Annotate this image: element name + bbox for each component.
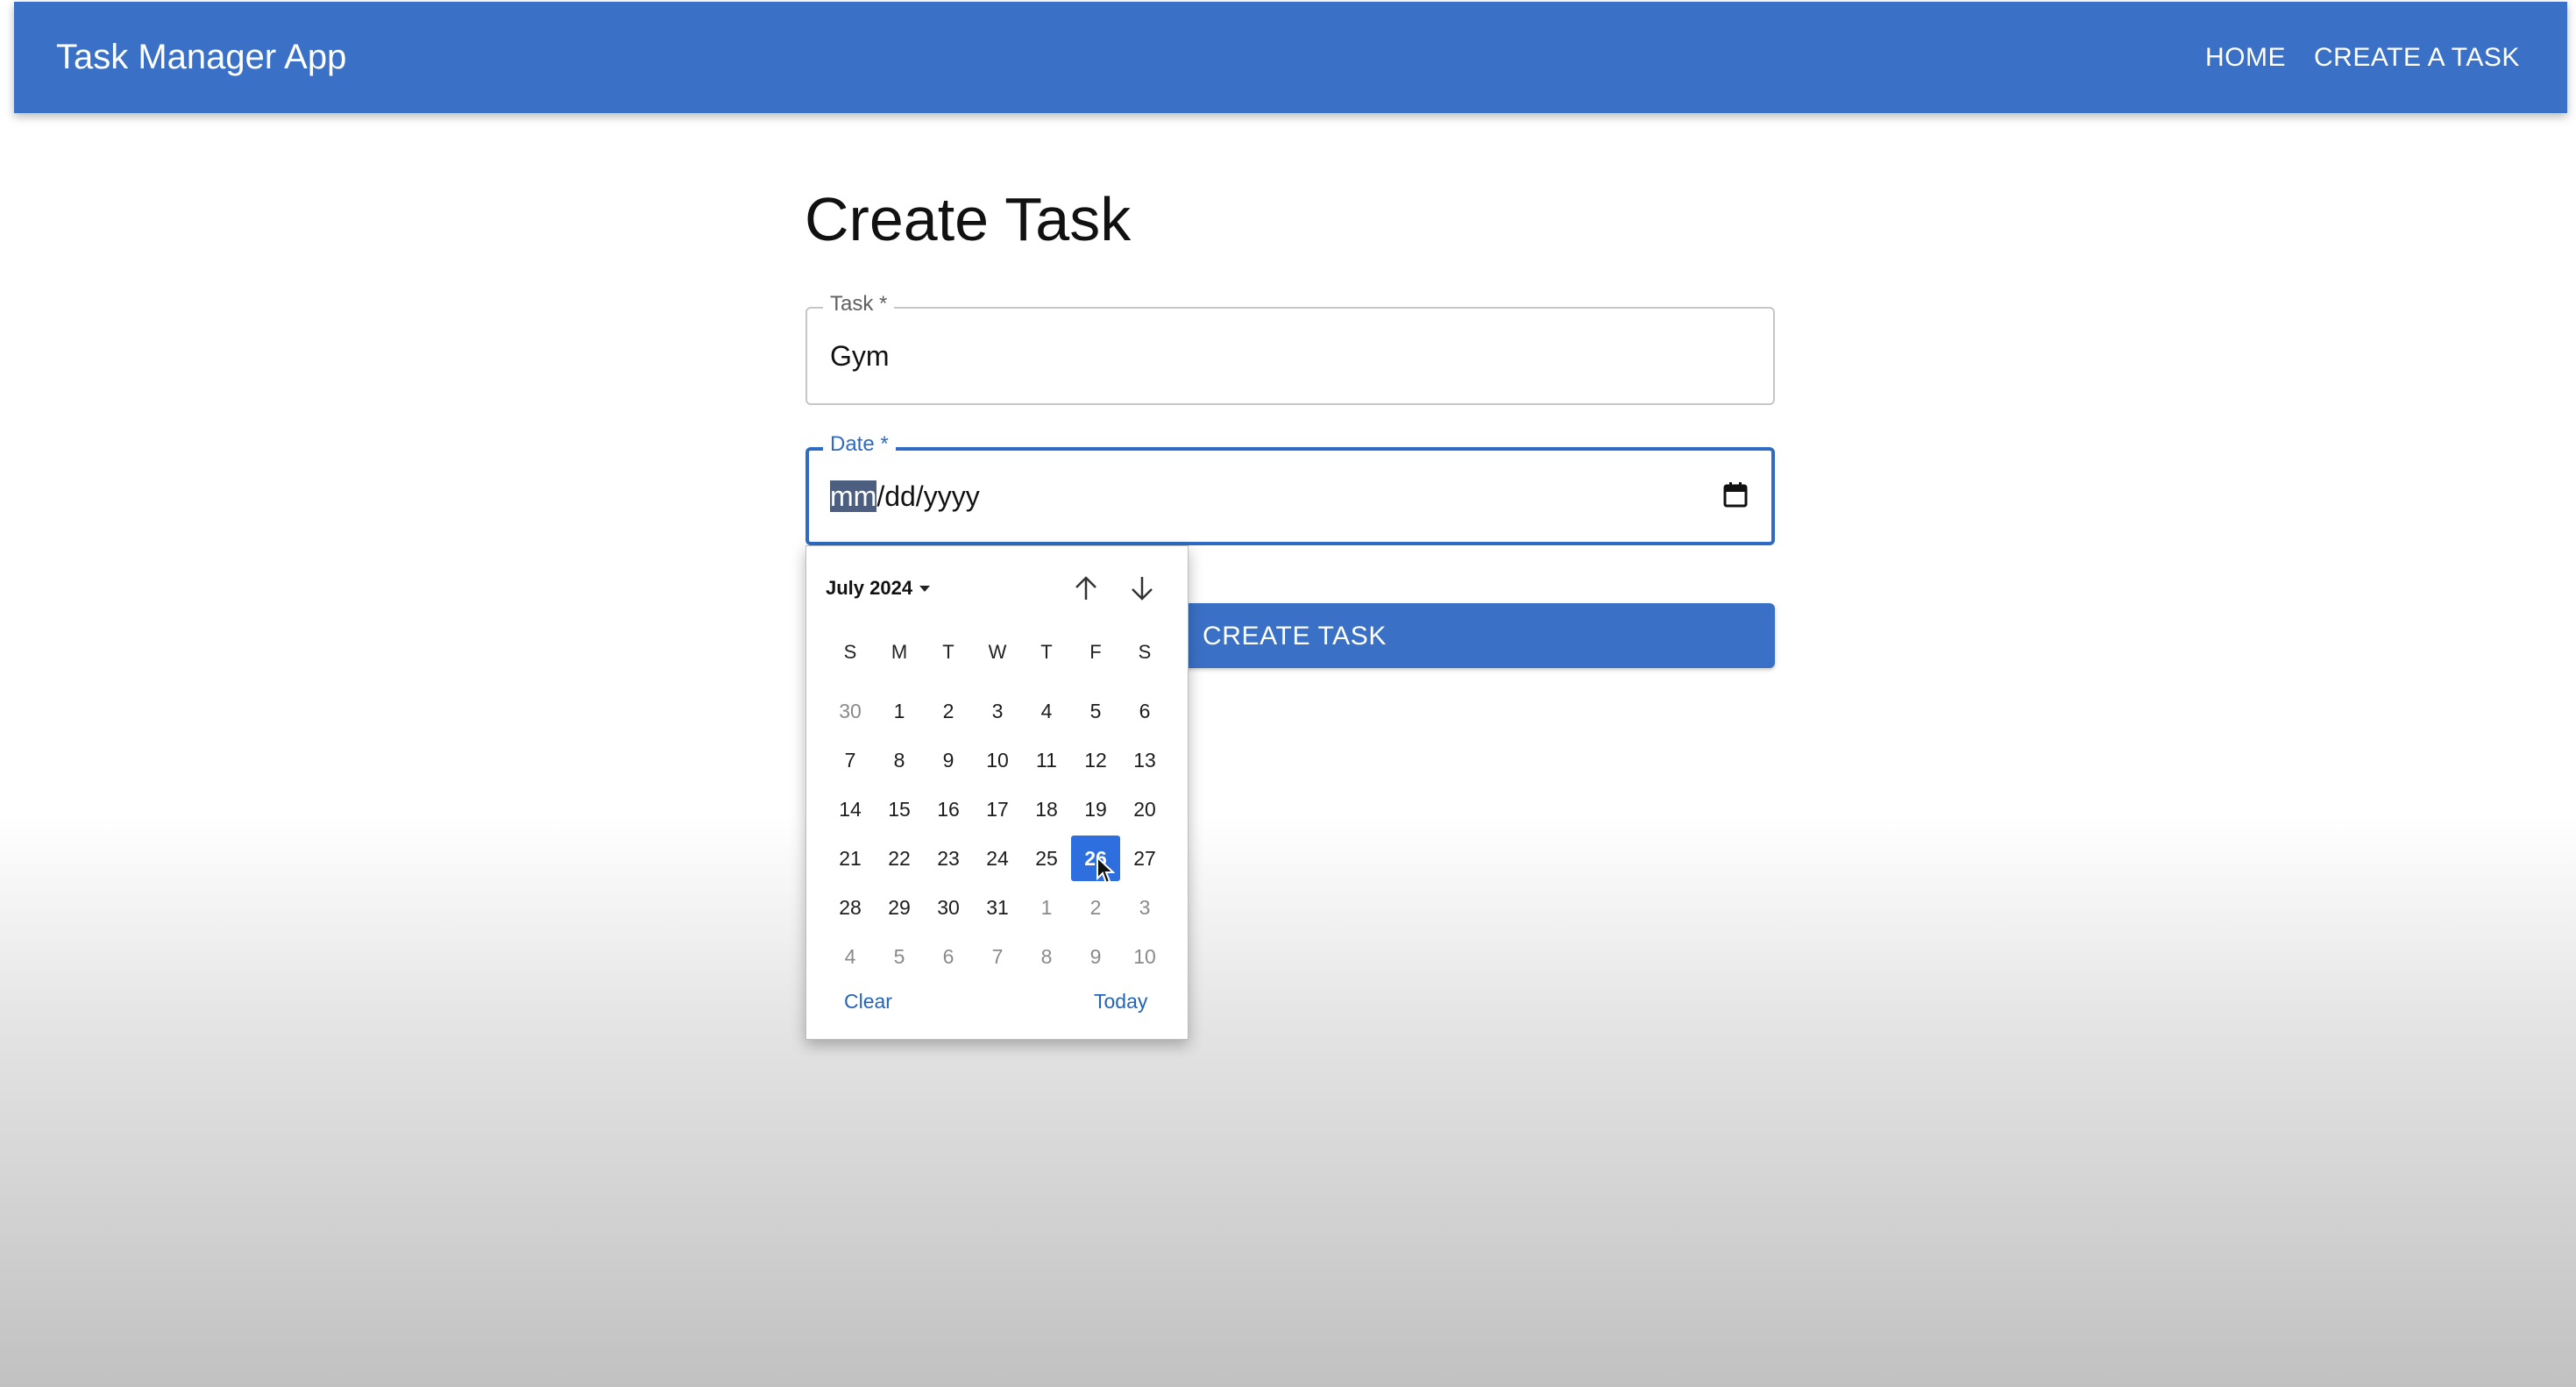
calendar-day[interactable]: 1: [875, 688, 924, 734]
calendar-day[interactable]: 18: [1022, 786, 1071, 832]
calendar-day[interactable]: 28: [826, 885, 875, 930]
task-input[interactable]: Task * Gym: [805, 291, 1775, 405]
clear-button[interactable]: Clear: [844, 988, 892, 1014]
calendar-day[interactable]: 2: [1071, 885, 1120, 930]
calendar-day[interactable]: 3: [1120, 885, 1169, 930]
calendar-day[interactable]: 5: [875, 934, 924, 979]
date-field-value[interactable]: mm/dd/yyyy: [830, 479, 980, 514]
calendar-day[interactable]: 2: [924, 688, 973, 734]
calendar-day[interactable]: 4: [1022, 688, 1071, 734]
calendar-day[interactable]: 13: [1120, 737, 1169, 783]
calendar-day[interactable]: 22: [875, 836, 924, 881]
weekday-label: W: [988, 641, 1007, 663]
calendar-day[interactable]: 11: [1022, 737, 1071, 783]
weekday-label: M: [891, 641, 908, 663]
calendar-day[interactable]: 5: [1071, 688, 1120, 734]
task-field-label: Task *: [823, 291, 895, 317]
calendar-day[interactable]: 30: [924, 885, 973, 930]
calendar-day[interactable]: 4: [826, 934, 875, 979]
calendar-day[interactable]: 23: [924, 836, 973, 881]
calendar-day[interactable]: 6: [924, 934, 973, 979]
calendar-day[interactable]: 31: [973, 885, 1022, 930]
today-button[interactable]: Today: [1094, 988, 1147, 1014]
calendar-day[interactable]: 10: [973, 737, 1022, 783]
weekday-label: S: [843, 641, 857, 663]
calendar-day[interactable]: 7: [973, 934, 1022, 979]
calendar-day[interactable]: 25: [1022, 836, 1071, 881]
app-title: Task Manager App: [56, 38, 347, 76]
calendar-day[interactable]: 27: [1120, 836, 1169, 881]
calendar-day[interactable]: 19: [1071, 786, 1120, 832]
previous-month-arrow-icon[interactable]: [1070, 573, 1102, 604]
calendar-day[interactable]: 14: [826, 786, 875, 832]
calendar-day[interactable]: 16: [924, 786, 973, 832]
calendar-day[interactable]: 1: [1022, 885, 1071, 930]
weekday-label: F: [1089, 641, 1102, 663]
calendar-day[interactable]: 15: [875, 786, 924, 832]
calendar-day[interactable]: 7: [826, 737, 875, 783]
calendar-day[interactable]: 30: [826, 688, 875, 734]
calendar-day[interactable]: 12: [1071, 737, 1120, 783]
calendar-day[interactable]: 8: [875, 737, 924, 783]
calendar-day[interactable]: 24: [973, 836, 1022, 881]
nav-create-task-link[interactable]: CREATE A TASK: [2314, 42, 2520, 74]
month-year-selector[interactable]: July 2024: [826, 574, 931, 602]
weekday-label: T: [1040, 641, 1053, 663]
caret-down-icon: [919, 585, 931, 592]
calendar-day[interactable]: 17: [973, 786, 1022, 832]
calendar-day[interactable]: 20: [1120, 786, 1169, 832]
calendar-day[interactable]: 29: [875, 885, 924, 930]
page-title: Create Task: [805, 185, 1132, 253]
next-month-arrow-icon[interactable]: [1126, 573, 1158, 604]
date-month-segment[interactable]: mm: [830, 480, 877, 512]
calendar-day[interactable]: 6: [1120, 688, 1169, 734]
calendar-day[interactable]: 3: [973, 688, 1022, 734]
app-bar: Task Manager App HOME CREATE A TASK: [14, 2, 2567, 113]
calendar-day[interactable]: 9: [924, 737, 973, 783]
nav-home-link[interactable]: HOME: [2205, 42, 2286, 74]
weekday-label: S: [1138, 641, 1152, 663]
calendar-day[interactable]: 10: [1120, 934, 1169, 979]
mouse-cursor-icon: [1096, 856, 1115, 885]
calendar-day[interactable]: 8: [1022, 934, 1071, 979]
date-field-label: Date *: [823, 431, 896, 458]
task-field-value[interactable]: Gym: [830, 338, 890, 373]
calendar-icon[interactable]: [1722, 480, 1749, 509]
date-input[interactable]: Date * mm/dd/yyyy: [805, 431, 1775, 545]
date-rest-segment[interactable]: /dd/yyyy: [876, 480, 979, 512]
date-picker-popup: July 2024 SMTWTFS 30 1 2 3 4 5 6 7 8 9 10 11 12 13 14 1…: [805, 545, 1189, 1040]
weekday-label: T: [942, 641, 954, 663]
month-year-label: July 2024: [826, 577, 913, 599]
create-task-button-label: CREATE TASK: [1203, 622, 1387, 651]
calendar-day[interactable]: 21: [826, 836, 875, 881]
create-task-button[interactable]: CREATE TASK: [1139, 603, 1775, 668]
calendar-day[interactable]: 9: [1071, 934, 1120, 979]
